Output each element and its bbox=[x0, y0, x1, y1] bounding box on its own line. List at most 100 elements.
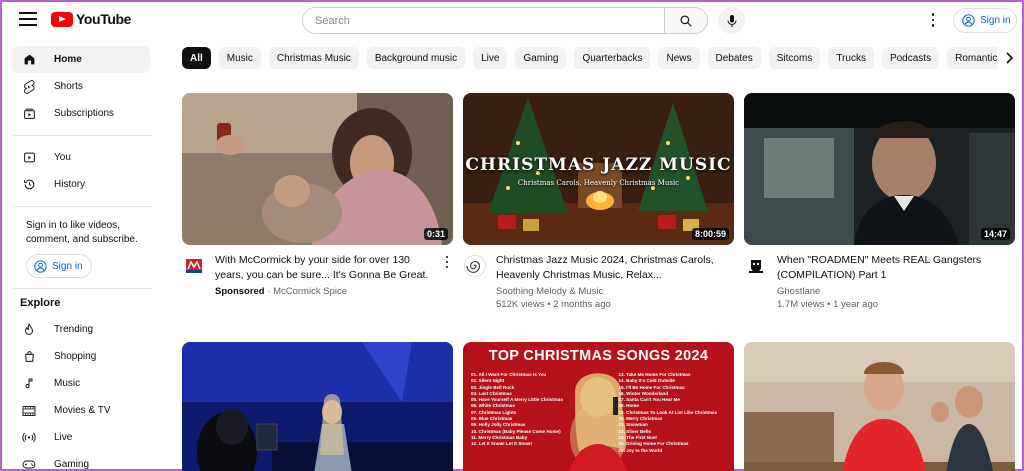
filter-chip[interactable]: Romantic c bbox=[947, 47, 997, 69]
movies-icon bbox=[22, 404, 36, 418]
filter-chip-bar: All Music Christmas Music Background music L… bbox=[182, 47, 997, 69]
thumbnail-image bbox=[744, 342, 1015, 471]
filter-chip[interactable]: Trucks bbox=[828, 47, 874, 69]
channel-avatar[interactable] bbox=[464, 255, 486, 277]
separator: • bbox=[824, 299, 834, 310]
video-thumbnail[interactable]: TOP CHRISTMAS SONGS 2024 01. All I Want … bbox=[463, 342, 734, 471]
sign-in-button[interactable]: Sign in bbox=[953, 8, 1017, 33]
video-stats: 512K views • 2 months ago bbox=[496, 298, 611, 311]
microphone-icon bbox=[727, 14, 736, 27]
filter-chip[interactable]: Christmas Music bbox=[268, 47, 359, 69]
music-icon bbox=[22, 377, 36, 391]
video-byline: Sponsored · McCormick Spice bbox=[215, 285, 347, 298]
video-duration: 0:31 bbox=[423, 228, 448, 240]
history-icon bbox=[22, 178, 36, 192]
shorts-icon bbox=[22, 79, 36, 94]
view-count: 512K views bbox=[496, 299, 545, 310]
upload-age: 1 year ago bbox=[833, 299, 879, 310]
search-icon bbox=[680, 14, 692, 27]
sidebar-item-label: Gaming bbox=[54, 459, 90, 470]
trending-icon bbox=[22, 322, 36, 337]
sidebar-item-trending[interactable]: Trending bbox=[12, 316, 150, 343]
subscriptions-icon bbox=[22, 107, 36, 121]
filter-chip[interactable]: All bbox=[182, 47, 211, 69]
channel-avatar[interactable] bbox=[745, 255, 767, 277]
live-icon bbox=[22, 431, 36, 445]
sidebar-sign-in-button[interactable]: Sign in bbox=[26, 254, 92, 278]
video-menu-button[interactable] bbox=[444, 256, 450, 268]
thumbnail-image bbox=[182, 342, 453, 471]
account-icon bbox=[34, 259, 47, 273]
filter-chip[interactable]: Gaming bbox=[515, 47, 567, 69]
video-duration: 14:47 bbox=[980, 228, 1010, 240]
video-title[interactable]: With McCormick by your side for over 130… bbox=[215, 253, 435, 283]
video-card[interactable]: 0:31 With McCormick by your side for ove… bbox=[182, 93, 453, 313]
sidebar-divider bbox=[12, 288, 152, 289]
song-list: 01. All I Want For Christmas Is You 02. S… bbox=[471, 372, 726, 454]
sidebar-divider bbox=[12, 135, 152, 136]
sidebar-item-label: Trending bbox=[54, 324, 94, 335]
sidebar-item-gaming[interactable]: Gaming bbox=[12, 451, 150, 471]
voice-search-button[interactable] bbox=[718, 7, 745, 34]
filter-chip[interactable]: Live bbox=[473, 47, 508, 69]
video-title[interactable]: Christmas Jazz Music 2024, Christmas Car… bbox=[496, 253, 716, 283]
sidebar: Home Shorts Subscriptions You History Si… bbox=[2, 46, 160, 471]
thumbnail-title-text: CHRISTMAS JAZZ MUSIC bbox=[465, 155, 732, 175]
search-button[interactable] bbox=[664, 7, 708, 34]
sidebar-item-music[interactable]: Music bbox=[12, 370, 150, 397]
settings-more-button[interactable] bbox=[929, 12, 937, 28]
sidebar-item-live[interactable]: Live bbox=[12, 424, 150, 451]
song-list-item: 25. Joy to the World bbox=[618, 447, 663, 453]
channel-avatar[interactable] bbox=[183, 255, 205, 277]
view-count: 1.7M views bbox=[777, 299, 825, 310]
gaming-icon bbox=[22, 458, 36, 471]
video-card[interactable]: TOP CHRISTMAS SONGS 2024 01. All I Want … bbox=[463, 342, 734, 471]
you-icon bbox=[22, 151, 36, 165]
filter-chip[interactable]: Music bbox=[218, 47, 261, 69]
sidebar-item-label: History bbox=[54, 179, 86, 190]
video-thumbnail[interactable]: 14:47 bbox=[744, 93, 1015, 245]
youtube-play-icon bbox=[51, 11, 73, 27]
sign-in-label: Sign in bbox=[980, 15, 1011, 26]
filter-chip[interactable]: Quarterbacks bbox=[574, 47, 651, 69]
video-title[interactable]: When "ROADMEN" Meets REAL Gangsters (COM… bbox=[777, 253, 997, 283]
sidebar-item-movies-tv[interactable]: Movies & TV bbox=[12, 397, 150, 424]
filter-chip[interactable]: News bbox=[658, 47, 700, 69]
sidebar-divider bbox=[12, 206, 152, 207]
chip-scroll-next-button[interactable] bbox=[1000, 49, 1018, 67]
channel-name[interactable]: McCormick Spice bbox=[273, 286, 347, 297]
search-placeholder: Search bbox=[315, 14, 350, 27]
sidebar-item-home[interactable]: Home bbox=[12, 46, 150, 73]
sidebar-item-subscriptions[interactable]: Subscriptions bbox=[12, 100, 150, 127]
filter-chip[interactable]: Debates bbox=[707, 47, 761, 69]
video-thumbnail[interactable] bbox=[744, 342, 1015, 471]
video-meta: Christmas Jazz Music 2024, Christmas Car… bbox=[463, 253, 734, 313]
song-list-item: 12. Let It Snow! Let It Snow! bbox=[471, 441, 532, 447]
channel-name[interactable]: Soothing Melody & Music bbox=[496, 285, 611, 298]
sidebar-item-label: You bbox=[54, 152, 71, 163]
filter-chip[interactable]: Sitcoms bbox=[768, 47, 821, 69]
video-card[interactable]: 14:47 When "ROADMEN" Meets REAL Gangster… bbox=[744, 93, 1015, 313]
video-stats: 1.7M views • 1 year ago bbox=[777, 298, 878, 311]
video-thumbnail[interactable]: 0:31 bbox=[182, 93, 453, 245]
sidebar-item-history[interactable]: History bbox=[12, 171, 150, 198]
filter-chip[interactable]: Background music bbox=[366, 47, 466, 69]
video-card[interactable]: CHRISTMAS JAZZ MUSIC Christmas Carols, H… bbox=[463, 93, 734, 313]
sign-in-label: Sign in bbox=[52, 260, 83, 272]
video-thumbnail[interactable]: CHRISTMAS JAZZ MUSIC Christmas Carols, H… bbox=[463, 93, 734, 245]
sidebar-item-you[interactable]: You bbox=[12, 144, 150, 171]
sidebar-item-shopping[interactable]: Shopping bbox=[12, 343, 150, 370]
youtube-logo[interactable]: YouTube bbox=[51, 11, 131, 27]
sidebar-item-shorts[interactable]: Shorts bbox=[12, 73, 150, 100]
guide-menu-button[interactable] bbox=[19, 12, 37, 26]
video-card[interactable] bbox=[744, 342, 1015, 471]
video-card[interactable] bbox=[182, 342, 453, 471]
channel-name[interactable]: Ghostlane bbox=[777, 285, 878, 298]
filter-chip[interactable]: Podcasts bbox=[881, 47, 940, 69]
song-column-left: 01. All I Want For Christmas Is You 02. S… bbox=[471, 372, 579, 454]
search-input[interactable]: Search bbox=[302, 7, 665, 34]
video-byline: Soothing Melody & Music 512K views • 2 m… bbox=[496, 285, 611, 311]
video-thumbnail[interactable] bbox=[182, 342, 453, 471]
spiral-logo-icon bbox=[466, 260, 481, 273]
shopping-icon bbox=[22, 350, 36, 364]
